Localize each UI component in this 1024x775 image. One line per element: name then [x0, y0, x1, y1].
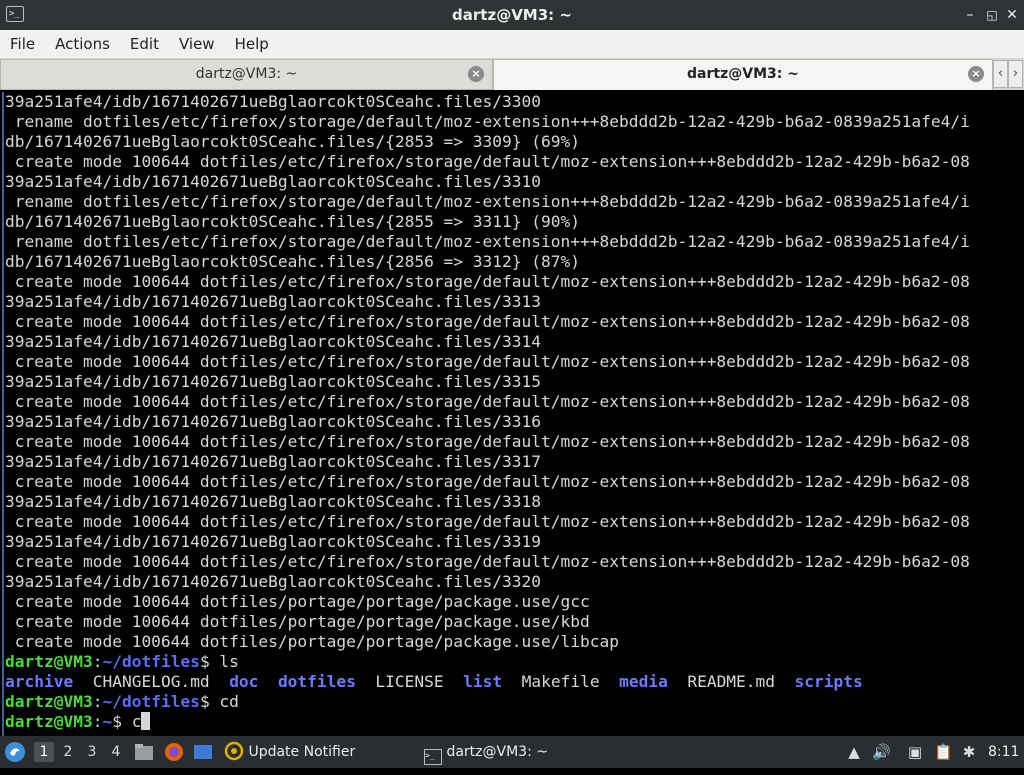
tab-terminal-1[interactable]: dartz@VM3: ~ ×	[0, 59, 493, 90]
ls-dir-doc: doc	[229, 672, 259, 691]
prompt-line-current[interactable]: dartz@VM3:~$ c	[5, 712, 1024, 732]
desktop-launcher[interactable]	[193, 736, 215, 768]
close-tab-icon[interactable]: ×	[468, 66, 484, 82]
terminal-line: 39a251afe4/idb/1671402671ueBglaorcokt0SC…	[5, 332, 542, 351]
file-manager-launcher[interactable]	[134, 736, 156, 768]
file-manager-icon[interactable]	[134, 743, 154, 761]
terminal-line: create mode 100644 dotfiles/etc/firefox/…	[5, 392, 970, 411]
task-terminal[interactable]: >_ dartz@VM3: ~	[424, 739, 594, 765]
terminal-line: create mode 100644 dotfiles/etc/firefox/…	[5, 272, 970, 291]
upload-icon[interactable]: ▲	[845, 743, 863, 761]
volume-icon[interactable]: 🔊	[872, 743, 891, 761]
network-icon[interactable]: ▣	[906, 743, 924, 761]
terminal-line: 39a251afe4/idb/1671402671ueBglaorcokt0SC…	[5, 292, 542, 311]
terminal-line: 39a251afe4/idb/1671402671ueBglaorcokt0SC…	[5, 492, 542, 511]
firefox-launcher[interactable]	[164, 736, 186, 768]
clock[interactable]: 8:11	[988, 736, 1022, 768]
ls-file-readme: README.md	[687, 672, 776, 691]
terminal-line: rename dotfiles/etc/firefox/storage/defa…	[5, 192, 970, 211]
ls-dir-archive: archive	[5, 672, 74, 691]
ls-dir-scripts: scripts	[794, 672, 863, 691]
terminal-line: 39a251afe4/idb/1671402671ueBglaorcokt0SC…	[5, 452, 542, 471]
terminal-line: create mode 100644 dotfiles/etc/firefox/…	[5, 432, 970, 451]
clipboard-icon[interactable]: 📋	[934, 743, 953, 761]
terminal-line: db/1671402671ueBglaorcokt0SCeahc.files/{…	[5, 212, 580, 231]
terminal-line: db/1671402671ueBglaorcokt0SCeahc.files/{…	[5, 252, 580, 271]
terminal-output[interactable]: 39a251afe4/idb/1671402671ueBglaorcokt0SC…	[0, 90, 1024, 736]
terminal-line: db/1671402671ueBglaorcokt0SCeahc.files/{…	[5, 132, 580, 151]
taskbar: 1 2 3 4 Update Notifier >_ dartz@VM3: ~ …	[0, 736, 1024, 768]
ls-output: archive CHANGELOG.md doc dotfiles LICENS…	[5, 672, 1024, 692]
terminal-line: 39a251afe4/idb/1671402671ueBglaorcokt0SC…	[5, 532, 542, 551]
notification-icon[interactable]: ✱	[960, 743, 978, 761]
workspace-3[interactable]: 3	[82, 742, 102, 762]
ls-dir-dotfiles: dotfiles	[277, 672, 356, 691]
terminal-line: create mode 100644 dotfiles/etc/firefox/…	[5, 512, 970, 531]
terminal-line: rename dotfiles/etc/firefox/storage/defa…	[5, 112, 970, 131]
terminal-line: create mode 100644 dotfiles/etc/firefox/…	[5, 352, 970, 371]
tab-terminal-2[interactable]: dartz@VM3: ~ ×	[493, 59, 993, 90]
workspace-1[interactable]: 1	[34, 742, 54, 762]
terminal-line: create mode 100644 dotfiles/etc/firefox/…	[5, 152, 970, 171]
task-label: Update Notifier	[248, 744, 356, 760]
app-menu-icon[interactable]	[4, 741, 26, 763]
prompt-line: dartz@VM3:~/dotfiles$ cd	[5, 692, 239, 711]
terminal-line: 39a251afe4/idb/1671402671ueBglaorcokt0SC…	[5, 572, 542, 591]
menu-edit[interactable]: Edit	[120, 30, 169, 58]
terminal-line: create mode 100644 dotfiles/portage/port…	[5, 612, 590, 631]
terminal-line: 39a251afe4/idb/1671402671ueBglaorcokt0SC…	[5, 372, 542, 391]
task-label: dartz@VM3: ~	[446, 744, 548, 760]
terminal-icon: >_	[424, 749, 442, 765]
tab-scroll-right-icon[interactable]: ›	[1008, 60, 1023, 88]
terminal-line: create mode 100644 dotfiles/portage/port…	[5, 632, 619, 651]
start-menu-button[interactable]	[4, 736, 28, 768]
terminal-lines: 39a251afe4/idb/1671402671ueBglaorcokt0SC…	[5, 92, 1024, 652]
window-title: dartz@VM3: ~	[452, 6, 572, 24]
task-update-notifier[interactable]: Update Notifier	[224, 739, 394, 765]
menu-actions[interactable]: Actions	[45, 30, 120, 58]
text-cursor	[141, 712, 151, 730]
terminal-line: create mode 100644 dotfiles/etc/firefox/…	[5, 552, 970, 571]
terminal-line: 39a251afe4/idb/1671402671ueBglaorcokt0SC…	[5, 172, 542, 191]
menu-view[interactable]: View	[169, 30, 225, 58]
window-titlebar[interactable]: >_ dartz@VM3: ~ – ◱ ✕	[0, 0, 1024, 30]
minimize-button[interactable]: –	[962, 7, 978, 23]
close-tab-icon[interactable]: ×	[968, 66, 984, 82]
firefox-icon[interactable]	[164, 742, 184, 762]
menu-help[interactable]: Help	[225, 30, 279, 58]
maximize-button[interactable]: ◱	[984, 7, 1000, 23]
desktop-icon[interactable]	[193, 743, 213, 761]
terminal-line: create mode 100644 dotfiles/etc/firefox/…	[5, 472, 970, 491]
terminal-line: 39a251afe4/idb/1671402671ueBglaorcokt0SC…	[5, 92, 542, 111]
ls-file-license: LICENSE	[375, 672, 444, 691]
menu-file[interactable]: File	[0, 30, 45, 58]
tab-label: dartz@VM3: ~	[687, 66, 799, 82]
update-notifier-icon	[224, 741, 244, 761]
tab-bar: dartz@VM3: ~ × dartz@VM3: ~ × ‹ ›	[0, 59, 1024, 90]
tab-scroll-left-icon[interactable]: ‹	[993, 60, 1008, 88]
terminal-line: rename dotfiles/etc/firefox/storage/defa…	[5, 232, 970, 251]
ls-dir-list: list	[463, 672, 503, 691]
ls-file-changelog: CHANGELOG.md	[92, 672, 210, 691]
ls-dir-media: media	[619, 672, 668, 691]
close-window-button[interactable]: ✕	[1004, 7, 1020, 23]
terminal-line: 39a251afe4/idb/1671402671ueBglaorcokt0SC…	[5, 412, 542, 431]
terminal-line: create mode 100644 dotfiles/etc/firefox/…	[5, 312, 970, 331]
workspace-4[interactable]: 4	[106, 742, 126, 762]
workspace-2[interactable]: 2	[58, 742, 78, 762]
menubar: File Actions Edit View Help	[0, 30, 1024, 59]
terminal-line: create mode 100644 dotfiles/portage/port…	[5, 592, 590, 611]
ls-file-makefile: Makefile	[521, 672, 600, 691]
prompt-line: dartz@VM3:~/dotfiles$ ls	[5, 652, 239, 671]
tab-label: dartz@VM3: ~	[195, 66, 298, 82]
